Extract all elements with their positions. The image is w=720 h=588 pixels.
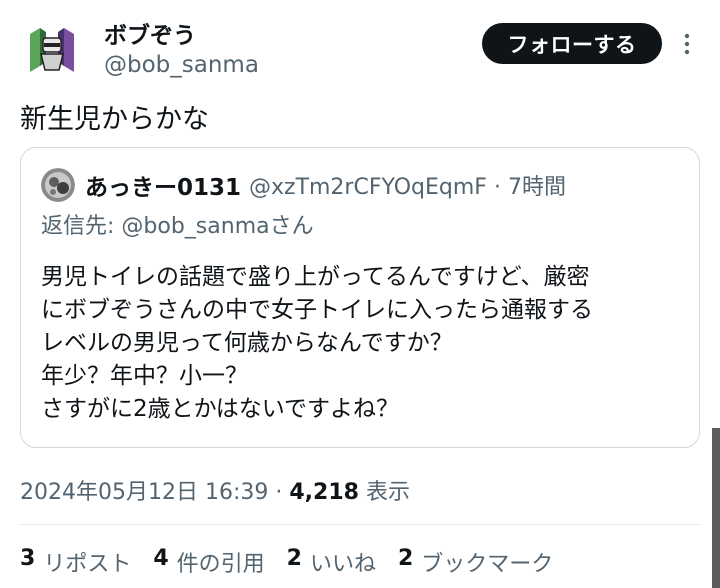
avatar-image: [26, 24, 78, 76]
views-label: 表示: [365, 480, 410, 505]
quote-author-avatar[interactable]: [41, 168, 75, 202]
author-handle[interactable]: @bob_sanma: [104, 52, 259, 78]
scrollbar[interactable]: [712, 428, 720, 588]
stat-likes[interactable]: 2 いいね: [287, 546, 376, 578]
stat-count: 2: [397, 546, 414, 571]
stat-label: リポスト: [43, 552, 132, 577]
reply-suffix: さん: [269, 214, 314, 239]
stat-label: ブックマーク: [421, 552, 554, 577]
quote-body-line: 年少？年中？小一？: [41, 363, 248, 389]
stat-quotes[interactable]: 4 件の引用: [153, 546, 264, 578]
timestamp-row: 2024年05月12日 16:39 · 4,218 表示: [20, 474, 410, 506]
divider: [20, 524, 700, 525]
engagement-stats: 3 リポスト 4 件の引用 2 いいね 2 ブックマーク: [20, 546, 553, 578]
follow-button[interactable]: フォローする: [482, 23, 662, 64]
reply-prefix: 返信先:: [41, 214, 115, 239]
stat-bookmarks[interactable]: 2 ブックマーク: [398, 546, 553, 578]
stat-count: 4: [153, 546, 169, 571]
reply-mention[interactable]: @bob_sanma: [121, 214, 269, 239]
quote-body: 男児トイレの話題で盛り上がってるんですけど、厳密 にボブぞうさんの中で女子トイレ…: [41, 261, 593, 426]
author-name[interactable]: ボブぞう: [104, 16, 196, 50]
stat-label: 件の引用: [176, 552, 265, 577]
more-vertical-icon[interactable]: [680, 30, 694, 58]
quote-author-handle[interactable]: @xzTm2rCFYOqEqmF: [249, 175, 487, 200]
tweet-text: 新生児からかな: [20, 104, 209, 135]
reply-to-line: 返信先: @bob_sanmaさん: [41, 208, 314, 240]
timestamp-separator: ·: [275, 480, 283, 505]
quoted-tweet-card[interactable]: あっきー0131 @xzTm2rCFYOqEqmF · 7時間 返信先: @bo…: [20, 147, 700, 448]
stat-label: いいね: [309, 552, 376, 577]
quote-meta: @xzTm2rCFYOqEqmF · 7時間: [249, 169, 566, 201]
author-avatar[interactable]: [26, 24, 78, 76]
post-datetime[interactable]: 2024年05月12日 16:39: [20, 480, 268, 505]
views-count: 4,218: [289, 480, 359, 505]
quote-author-name[interactable]: あっきー0131: [85, 168, 241, 202]
quote-body-line: 男児トイレの話題で盛り上がってるんですけど、厳密: [41, 264, 590, 290]
stat-reposts[interactable]: 3 リポスト: [20, 546, 131, 578]
stat-count: 2: [286, 546, 302, 571]
quote-body-line: さすがに2歳とかはないですよね？: [41, 396, 400, 422]
quote-time[interactable]: 7時間: [508, 175, 566, 200]
stat-count: 3: [20, 546, 36, 571]
meta-separator: ·: [493, 175, 501, 200]
quote-body-line: レベルの男児って何歳からなんですか？: [41, 330, 453, 356]
quote-body-line: にボブぞうさんの中で女子トイレに入ったら通報する: [41, 297, 593, 323]
